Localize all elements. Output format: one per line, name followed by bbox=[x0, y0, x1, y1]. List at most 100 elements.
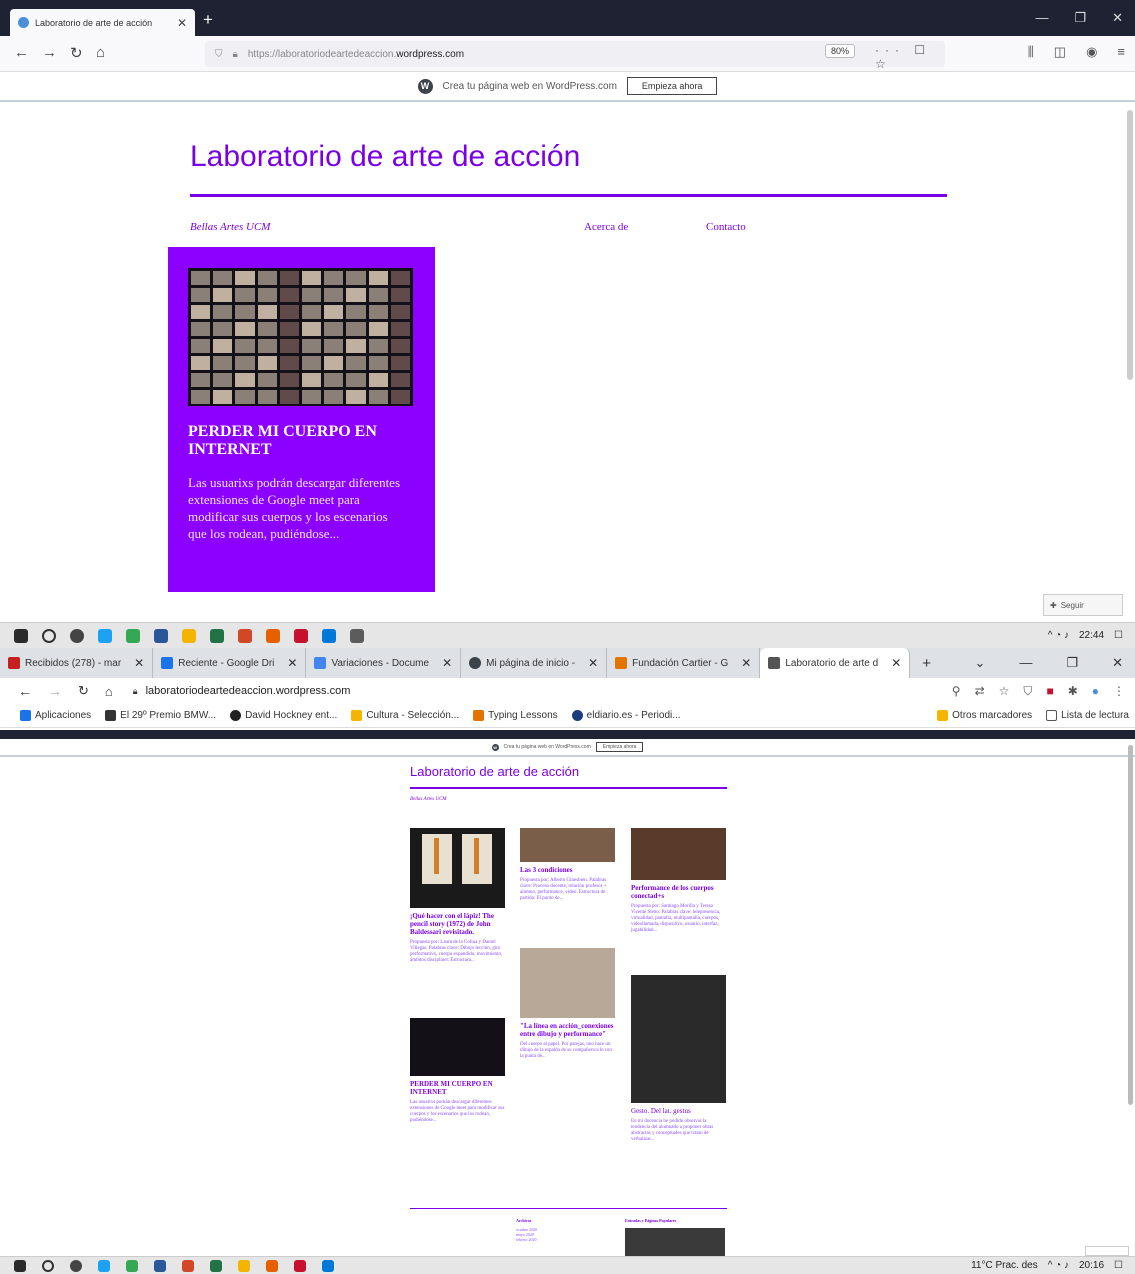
close-tab-icon[interactable]: ✕ bbox=[287, 656, 297, 670]
folder-icon[interactable] bbox=[182, 628, 196, 643]
address-bar[interactable]: ⛉ 🔒︎ https://laboratoriodeartedeaccion.w… bbox=[205, 41, 945, 71]
menu-icon[interactable]: ⋮ bbox=[1113, 684, 1125, 699]
menu-bellas-artes[interactable]: Bellas Artes UCM bbox=[410, 797, 447, 802]
puzzle-icon[interactable]: ✱ bbox=[1068, 684, 1078, 699]
powerpoint-icon[interactable] bbox=[182, 1259, 194, 1272]
popular-thumbnail[interactable] bbox=[625, 1228, 725, 1256]
taskbar-clock[interactable]: 22:44 bbox=[1079, 630, 1104, 641]
follow-button[interactable]: ✚ Seguir bbox=[1043, 594, 1123, 616]
menu-icon[interactable]: ≡ bbox=[1117, 44, 1125, 60]
system-tray-icon[interactable]: ^ ◔ ♪ bbox=[1048, 1260, 1069, 1271]
chrome-tab-active[interactable]: Laboratorio de arte d ✕ bbox=[760, 648, 911, 678]
bookmark-star-icon[interactable]: ☆ bbox=[999, 684, 1010, 699]
reload-icon[interactable]: ↻ bbox=[78, 683, 89, 699]
forward-icon[interactable]: → bbox=[42, 44, 57, 61]
extension-icon[interactable]: ⛉ bbox=[1023, 684, 1032, 699]
bookmark-item[interactable]: David Hockney ent... bbox=[230, 710, 337, 721]
site-title[interactable]: Laboratorio de arte de acción bbox=[190, 140, 580, 174]
close-tab-icon[interactable]: ✕ bbox=[442, 656, 452, 670]
notifications-icon[interactable]: ☐ bbox=[1114, 630, 1123, 641]
chrome-tab[interactable]: Variaciones - Docume ✕ bbox=[306, 648, 462, 678]
bookmark-item[interactable]: Cultura - Selección... bbox=[351, 710, 459, 721]
bookmark-item[interactable]: Aplicaciones bbox=[20, 710, 91, 721]
post-title[interactable]: PERDER MI CUERPO EN INTERNET bbox=[188, 423, 418, 459]
post-thumbnail[interactable] bbox=[520, 948, 615, 1018]
store-icon[interactable] bbox=[322, 1259, 334, 1272]
close-tab-icon[interactable]: ✕ bbox=[588, 656, 598, 670]
forward-icon[interactable]: → bbox=[48, 683, 62, 699]
menu-bellas-artes[interactable]: Bellas Artes UCM bbox=[190, 221, 270, 233]
start-now-button[interactable]: Empieza ahora bbox=[595, 742, 644, 752]
zoom-icon[interactable]: ⚲ bbox=[952, 684, 961, 699]
tab-search-icon[interactable]: ⌄ bbox=[975, 655, 986, 671]
back-icon[interactable]: ← bbox=[18, 683, 32, 699]
chrome-tab[interactable]: Reciente - Google Dri ✕ bbox=[153, 648, 307, 678]
chrome-icon[interactable] bbox=[126, 628, 140, 643]
start-icon[interactable] bbox=[14, 1259, 26, 1272]
home-icon[interactable]: ⌂ bbox=[105, 684, 113, 699]
close-tab-icon[interactable]: ✕ bbox=[134, 656, 144, 670]
post-title[interactable]: "La línea en acción_conexiones entre dib… bbox=[520, 1022, 615, 1038]
post-title[interactable]: PERDER MI CUERPO EN INTERNET bbox=[410, 1080, 505, 1096]
zoom-level[interactable]: 80% bbox=[825, 44, 856, 58]
chrome-tab[interactable]: Fundación Cartier - G ✕ bbox=[607, 648, 761, 678]
post-card[interactable]: PERDER MI CUERPO EN INTERNET Las usuarix… bbox=[168, 247, 435, 592]
post-thumbnail[interactable] bbox=[631, 975, 726, 1103]
edge-icon[interactable] bbox=[98, 628, 112, 643]
close-window-icon[interactable]: ✕ bbox=[1112, 10, 1123, 26]
post-thumbnail[interactable] bbox=[410, 1018, 505, 1076]
menu-acerca-de[interactable]: Acerca de bbox=[584, 221, 628, 233]
excel-icon[interactable] bbox=[210, 1259, 222, 1272]
firefox-icon[interactable] bbox=[266, 628, 280, 643]
search-icon[interactable] bbox=[42, 1259, 54, 1272]
post-thumbnail[interactable] bbox=[188, 268, 413, 406]
cortana-icon[interactable] bbox=[70, 628, 84, 643]
menu-contacto[interactable]: Contacto bbox=[706, 221, 746, 233]
notifications-icon[interactable]: ☐ bbox=[1114, 1260, 1123, 1271]
back-icon[interactable]: ← bbox=[14, 44, 29, 61]
post-thumbnail[interactable] bbox=[410, 828, 505, 908]
maximize-icon[interactable]: ❐ bbox=[1074, 10, 1086, 26]
taskbar-clock[interactable]: 20:16 bbox=[1079, 1260, 1104, 1271]
post-thumbnail[interactable] bbox=[631, 828, 726, 880]
close-tab-icon[interactable]: ✕ bbox=[891, 656, 901, 670]
acrobat-icon[interactable] bbox=[294, 1259, 306, 1272]
acrobat-extension-icon[interactable]: ■ bbox=[1046, 684, 1053, 699]
powerpoint-icon[interactable] bbox=[238, 628, 252, 643]
reload-icon[interactable]: ↻ bbox=[70, 44, 83, 62]
bookmark-item[interactable]: Typing Lessons bbox=[473, 710, 558, 721]
firefox-tab[interactable]: Laboratorio de arte de acción ✕ bbox=[10, 9, 195, 36]
follow-button[interactable] bbox=[1085, 1246, 1129, 1256]
scrollbar[interactable] bbox=[1128, 745, 1133, 1105]
home-icon[interactable]: ⌂ bbox=[96, 44, 105, 61]
maximize-icon[interactable]: ❐ bbox=[1066, 655, 1078, 671]
post-thumbnail[interactable] bbox=[520, 828, 615, 862]
post-card[interactable]: ¡Qué hacer con el lápiz! The pencil stor… bbox=[410, 828, 505, 964]
close-tab-icon[interactable]: ✕ bbox=[741, 656, 751, 670]
post-title[interactable]: Gesto. Del lat. gestus bbox=[631, 1107, 726, 1115]
search-icon[interactable] bbox=[42, 628, 56, 643]
chrome-tab[interactable]: Recibidos (278) - mar ✕ bbox=[0, 648, 154, 678]
word-icon[interactable] bbox=[154, 1259, 166, 1272]
post-card[interactable]: Las 3 condiciones Propuesta por: Alberto… bbox=[520, 828, 615, 902]
library-icon[interactable]: ⫼ bbox=[1028, 44, 1034, 60]
post-card[interactable]: Gesto. Del lat. gestus En mi docencia he… bbox=[631, 975, 726, 1143]
other-bookmarks[interactable]: Otros marcadores bbox=[937, 710, 1032, 721]
start-now-button[interactable]: Empieza ahora bbox=[626, 77, 718, 95]
cortana-icon[interactable] bbox=[70, 1259, 82, 1272]
folder-icon[interactable] bbox=[238, 1259, 250, 1272]
chrome-tab[interactable]: Mi página de inicio - ✕ bbox=[461, 648, 608, 678]
minimize-icon[interactable]: — bbox=[1035, 10, 1048, 26]
post-card[interactable]: PERDER MI CUERPO EN INTERNET Las usuarix… bbox=[410, 1018, 505, 1124]
post-title[interactable]: Performance de los cuerpos conectad+s bbox=[631, 884, 726, 900]
minimize-icon[interactable]: — bbox=[1019, 655, 1032, 671]
word-icon[interactable] bbox=[154, 628, 168, 643]
scrollbar[interactable] bbox=[1127, 110, 1133, 380]
new-tab-icon[interactable]: + bbox=[203, 10, 213, 30]
archive-link[interactable]: febrero 2020 bbox=[516, 1237, 537, 1242]
acrobat-icon[interactable] bbox=[294, 628, 308, 643]
post-title[interactable]: Las 3 condiciones bbox=[520, 866, 615, 874]
firefox-icon[interactable] bbox=[266, 1259, 278, 1272]
system-tray-icon[interactable]: ^ ◔ ♪ bbox=[1048, 630, 1069, 641]
share-icon[interactable]: ⇄ bbox=[975, 684, 985, 699]
